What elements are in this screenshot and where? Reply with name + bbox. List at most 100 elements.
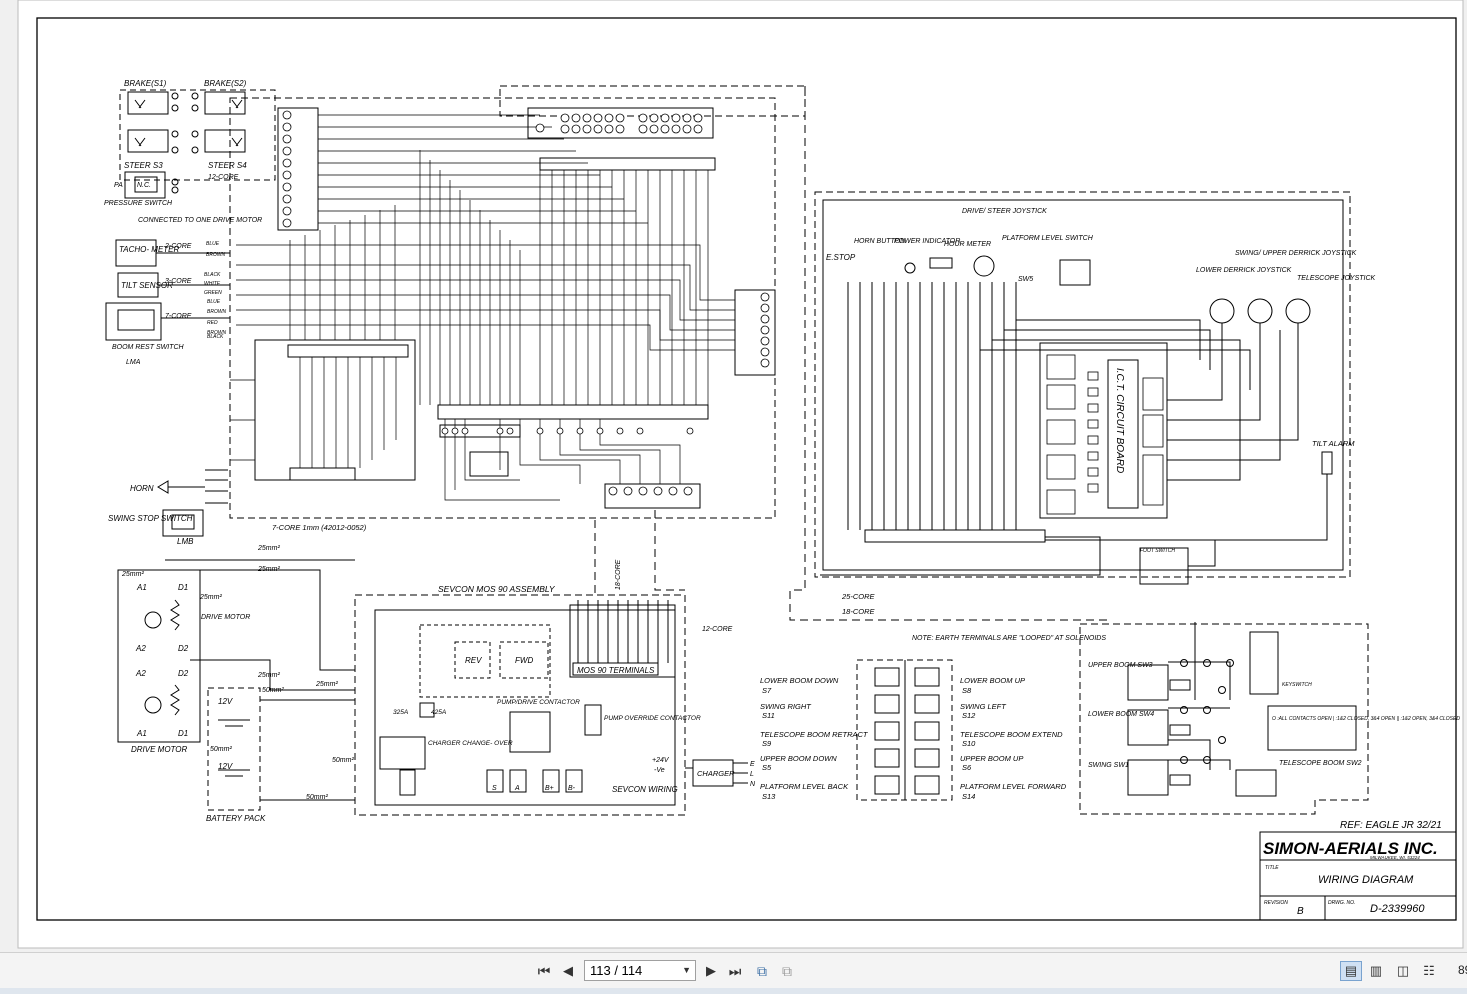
label-foot-switch: FOOT SWITCH	[1140, 548, 1175, 554]
taskbar-strip	[0, 988, 1467, 994]
facing-view-button[interactable]: ◫	[1392, 961, 1414, 981]
label-upper-boom-sw3: UPPER BOOM SW3	[1088, 662, 1153, 669]
label-d1: D1	[178, 583, 188, 592]
facing-pages-icon: ◫	[1396, 963, 1410, 978]
single-page-icon: ▤	[1344, 963, 1358, 978]
solenoid-s14-code: S14	[962, 792, 975, 801]
solenoid-s11-code: S11	[762, 711, 775, 720]
svg-text:25mm²: 25mm²	[257, 672, 280, 679]
label-brake-s2: BRAKE(S2)	[204, 79, 247, 88]
label-mos90-terminals: MOS 90 TERMINALS	[577, 666, 655, 675]
viewer-toolbar: ⏮ ◀ 113 / 114 ▼ ▶ ⏭ ⧉ ⧉ ▤ ▥ ◫ ☷ 89	[0, 952, 1467, 989]
label-3-core: 3-CORE	[165, 278, 192, 285]
label-sevcon-wiring: SEVCON WIRING	[612, 785, 678, 794]
continuous-page-icon: ▥	[1369, 963, 1383, 978]
label-charger-e: E	[750, 761, 755, 768]
label-term-bplus: B+	[545, 785, 554, 792]
label-pa: PA	[114, 182, 123, 189]
label-rev: REV	[465, 656, 482, 665]
label-2-core: 2-CORE	[164, 243, 192, 250]
label-term-bminus: B-	[568, 785, 576, 792]
svg-text:BLACK: BLACK	[207, 334, 224, 340]
label-sevcon-assembly: SEVCON MOS 90 ASSEMBLY	[438, 584, 556, 594]
label-minus-ve: -Ve	[654, 767, 665, 774]
svg-text:WHITE: WHITE	[204, 281, 221, 287]
solenoid-s12-label: SWING LEFT	[960, 702, 1007, 711]
solenoid-s9-label: TELESCOPE BOOM RETRACT	[760, 730, 869, 739]
svg-text:25mm²: 25mm²	[315, 681, 338, 688]
label-fwd: FWD	[515, 656, 533, 665]
svg-text:BROWN: BROWN	[207, 309, 227, 315]
svg-text:50mm²: 50mm²	[210, 746, 232, 753]
label-ict-board: I.C.T. CIRCUIT BOARD	[1114, 368, 1125, 473]
zoom-level[interactable]: 89	[1458, 963, 1467, 977]
label-lower-derrick-joystick: LOWER DERRICK JOYSTICK	[1196, 267, 1292, 274]
title-text: WIRING DIAGRAM	[1318, 874, 1414, 886]
solenoid-s10-label: TELESCOPE BOOM EXTEND	[960, 730, 1063, 739]
label-earth-note: NOTE: EARTH TERMINALS ARE "LOOPED" AT SO…	[912, 635, 1106, 642]
svg-text:BLUE: BLUE	[206, 241, 220, 247]
label-pump-drive-contactor: PUMP/DRIVE CONTACTOR	[497, 699, 580, 706]
label-platform-level-switch: PLATFORM LEVEL SWITCH	[1002, 235, 1094, 242]
last-page-button[interactable]: ⏭	[724, 961, 746, 981]
next-page-icon: ▶	[706, 963, 716, 978]
label-tilt-alarm: TILT ALARM	[1312, 439, 1355, 448]
label-telescope-boom-sw2: TELESCOPE BOOM SW2	[1279, 760, 1362, 767]
label-sw5: SW5	[1018, 276, 1033, 283]
single-page-view-button[interactable]: ▤	[1340, 961, 1362, 981]
previous-page-button[interactable]: ◀	[557, 961, 579, 981]
label-fuse-325a: 325A	[393, 709, 408, 716]
label-drive-steer-joystick: DRIVE/ STEER JOYSTICK	[962, 208, 1047, 215]
solenoid-s7-code: S7	[762, 686, 772, 695]
solenoid-s9-code: S9	[762, 739, 772, 748]
solenoid-s6-label: UPPER BOOM UP	[960, 754, 1023, 763]
label-term-s: S	[492, 785, 497, 792]
continuous-view-button[interactable]: ▥	[1365, 961, 1387, 981]
label-18-core: 18-CORE	[842, 607, 876, 616]
label-d1b: D1	[178, 729, 188, 738]
label-swing-sw1: SWING SW1	[1088, 762, 1129, 769]
revision-value: B	[1297, 906, 1304, 917]
label-connected-drive-motor: CONNECTED TO ONE DRIVE MOTOR	[138, 217, 262, 224]
label-25-core: 25-CORE	[841, 592, 876, 601]
label-a1: A1	[136, 583, 147, 592]
svg-text:25mm²: 25mm²	[257, 566, 280, 573]
drawing-no-value: D-2339960	[1370, 903, 1425, 915]
label-swing-upper-derrick-joystick: SWING/ UPPER DERRICK JOYSTICK	[1235, 250, 1357, 257]
next-page-button[interactable]: ▶	[700, 961, 722, 981]
label-nc: N.C.	[137, 182, 151, 189]
label-horn: HORN	[130, 484, 154, 493]
solenoid-s6-code: S6	[962, 763, 972, 772]
first-page-button[interactable]: ⏮	[533, 961, 555, 981]
svg-text:50mm²: 50mm²	[332, 757, 354, 764]
paste-icon: ⧉	[782, 962, 792, 979]
label-fuse-425a: 425A	[431, 709, 446, 716]
label-steer-s3: STEER S3	[124, 161, 163, 170]
svg-text:BLACK: BLACK	[204, 272, 221, 278]
label-term-a: A	[514, 785, 520, 792]
label-12-core: 12-CORE	[208, 174, 239, 181]
solenoid-s13-label: PLATFORM LEVEL BACK	[760, 782, 849, 791]
label-7-core-1mm: 7-CORE 1mm (42012-0052)	[272, 523, 367, 532]
page-selector[interactable]: 113 / 114 ▼	[584, 960, 696, 981]
svg-text:BROWN: BROWN	[206, 252, 226, 258]
svg-text:25mm²: 25mm²	[257, 545, 280, 552]
page-indicator: 113 / 114	[590, 963, 643, 978]
svg-text:50mm²: 50mm²	[306, 794, 328, 801]
label-lower-boom-sw4: LOWER BOOM SW4	[1088, 711, 1154, 718]
label-lma: LMA	[126, 359, 141, 366]
paste-button[interactable]: ⧉	[776, 961, 798, 981]
title-label: TITLE	[1265, 865, 1279, 871]
label-keyswitch: KEYSWITCH	[1282, 682, 1312, 688]
drawing-no-label: DRWG. NO.	[1328, 900, 1355, 906]
solenoid-s7-label: LOWER BOOM DOWN	[760, 676, 839, 685]
last-page-icon: ⏭	[728, 962, 742, 979]
solenoid-s14-label: PLATFORM LEVEL FORWARD	[960, 782, 1067, 791]
copy-button[interactable]: ⧉	[751, 961, 773, 981]
continuous-facing-view-button[interactable]: ☷	[1418, 961, 1440, 981]
label-contacts-note: O :ALL CONTACTS OPEN | :1&2 CLOSED, 3&4 …	[1272, 716, 1460, 722]
label-telescope-joystick: TELESCOPE JOYSTICK	[1297, 275, 1376, 282]
solenoid-s8-code: S8	[962, 686, 972, 695]
label-drive-motor-bottom: DRIVE MOTOR	[131, 745, 188, 754]
solenoid-s10-code: S10	[962, 739, 976, 748]
